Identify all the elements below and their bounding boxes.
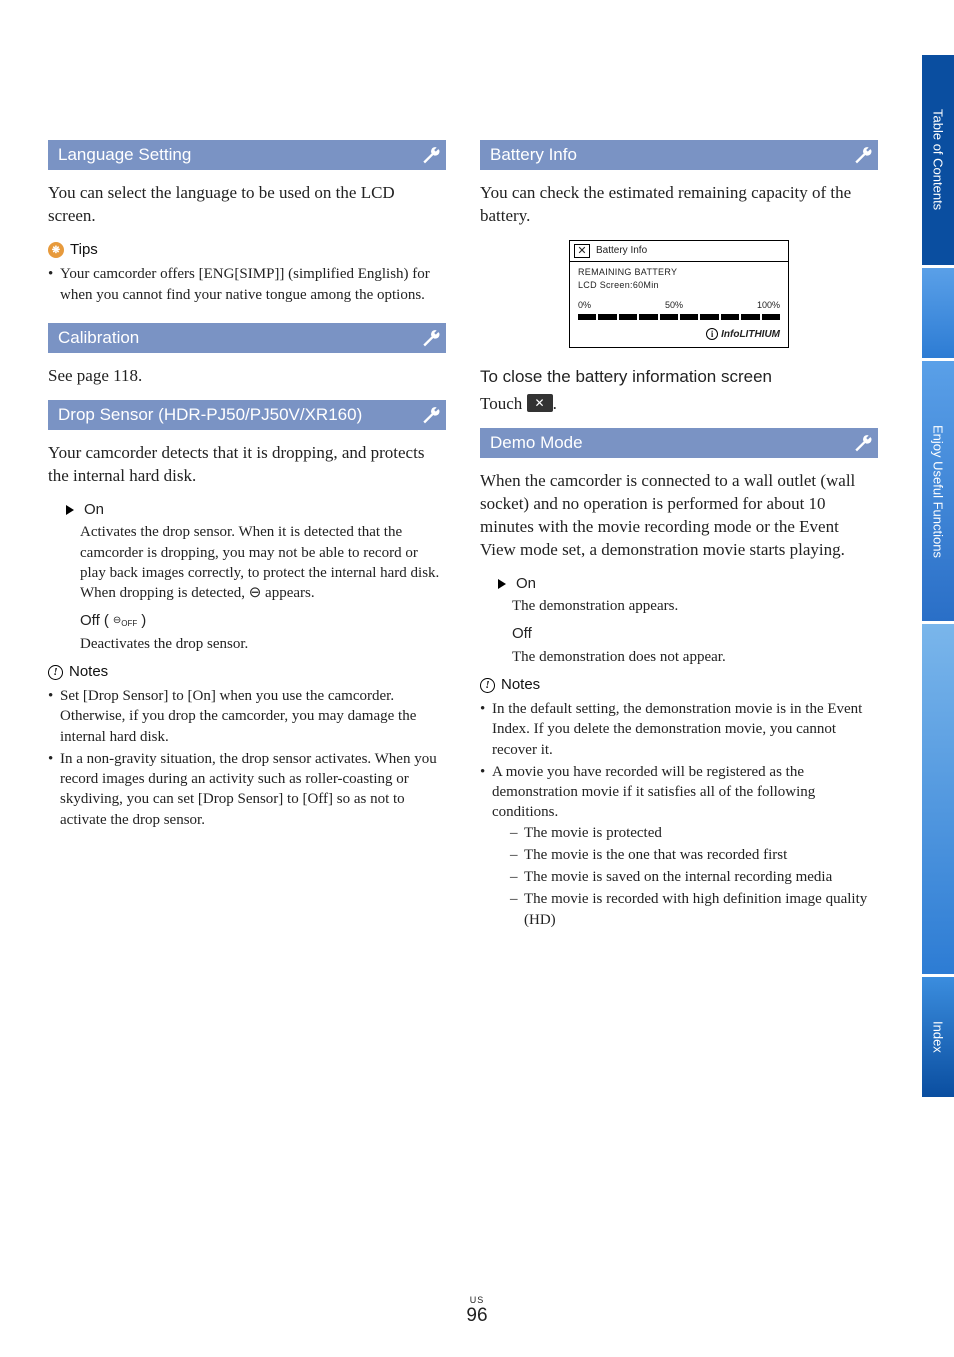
header-text: Drop Sensor (HDR-PJ50/PJ50V/XR160) [58, 405, 362, 424]
notes-heading: ! Notes [48, 662, 446, 682]
notes-item: In a non-gravity situation, the drop sen… [48, 749, 446, 830]
scale-50: 50% [665, 299, 683, 311]
header-battery-info: Battery Info [480, 140, 878, 170]
notes-item: Set [Drop Sensor] to [On] when you use t… [48, 686, 446, 747]
battery-brand: i InfoLITHIUM [578, 328, 780, 342]
left-column: Language Setting You can select the lang… [48, 140, 446, 932]
header-text: Demo Mode [490, 433, 583, 452]
tips-label: Tips [70, 240, 98, 260]
tab-table-of-contents[interactable]: Table of Contents [922, 55, 954, 265]
demo-option-on: On [498, 574, 878, 594]
battery-close-button[interactable]: ✕ [574, 244, 590, 258]
demo-off-label: Off [512, 624, 532, 644]
battery-screen-body: REMAINING BATTERY LCD Screen:60Min 0% 50… [570, 262, 788, 347]
battery-screen-titlebar: ✕ Battery Info [570, 241, 788, 261]
page-footer: US 96 [0, 1295, 954, 1327]
demo-notes-heading: ! Notes [480, 675, 878, 695]
tab-spacer [922, 624, 954, 974]
touch-pre: Touch [480, 394, 527, 413]
lcd-label: LCD Screen:60Min [578, 279, 780, 291]
triangle-icon [66, 505, 74, 515]
info-icon: i [706, 328, 718, 340]
demo-option-off: Off [512, 624, 878, 644]
demo-note-2-text: A movie you have recorded will be regist… [492, 764, 815, 821]
scale-0: 0% [578, 299, 591, 311]
close-battery-heading: To close the battery information screen [480, 366, 878, 389]
wrench-icon [420, 405, 440, 425]
page-content: Language Setting You can select the lang… [48, 140, 878, 932]
header-calibration: Calibration [48, 323, 446, 353]
demo-on-desc: The demonstration appears. [512, 596, 878, 616]
header-demo-mode: Demo Mode [480, 428, 878, 458]
demo-notes-item: In the default setting, the demonstratio… [480, 699, 878, 760]
demo-off-desc: The demonstration does not appear. [512, 647, 878, 667]
scale-100: 100% [757, 299, 780, 311]
footer-region: US [0, 1295, 954, 1305]
condition-item: The movie is recorded with high definiti… [510, 889, 878, 930]
tab-enjoy-useful-functions[interactable]: Enjoy Useful Functions [922, 361, 954, 621]
on-desc: Activates the drop sensor. When it is de… [80, 522, 446, 603]
close-battery-body: Touch ✕. [480, 393, 878, 416]
calibration-body: See page 118. [48, 365, 446, 388]
touch-post: . [553, 394, 557, 413]
battery-scale: 0% 50% 100% [578, 299, 780, 311]
header-drop-sensor: Drop Sensor (HDR-PJ50/PJ50V/XR160) [48, 400, 446, 430]
battery-info-screen: ✕ Battery Info REMAINING BATTERY LCD Scr… [569, 240, 789, 348]
on-label: On [84, 500, 104, 520]
battery-body: You can check the estimated remaining ca… [480, 182, 878, 228]
tab-index[interactable]: Index [922, 977, 954, 1097]
tips-heading: ❋ Tips [48, 240, 446, 260]
header-text: Battery Info [490, 145, 577, 164]
wrench-icon [852, 433, 872, 453]
header-text: Language Setting [58, 145, 191, 164]
wrench-icon [420, 145, 440, 165]
drop-detect-icon: ⊖ [249, 584, 262, 601]
wrench-icon [852, 145, 872, 165]
header-language-setting: Language Setting [48, 140, 446, 170]
drop-off-icon: ⊖OFF [113, 614, 137, 630]
brand-text: InfoLITHIUM [721, 328, 780, 342]
drop-body: Your camcorder detects that it is droppi… [48, 442, 446, 488]
side-nav: Table of Contents Enjoy Useful Functions… [922, 55, 954, 1100]
demo-body: When the camcorder is connected to a wal… [480, 470, 878, 562]
option-off: Off (⊖OFF) [80, 611, 446, 631]
triangle-icon [498, 579, 506, 589]
remaining-label: REMAINING BATTERY [578, 266, 780, 278]
off-desc: Deactivates the drop sensor. [80, 634, 446, 654]
demo-notes-item: A movie you have recorded will be regist… [480, 762, 878, 930]
notes-icon: ! [48, 665, 63, 680]
notes-icon: ! [480, 678, 495, 693]
off-label: Off ( [80, 611, 109, 631]
header-text: Calibration [58, 328, 139, 347]
battery-bar [578, 314, 780, 320]
tab-spacer [922, 268, 954, 358]
close-icon-chip[interactable]: ✕ [527, 394, 553, 412]
notes-label: Notes [69, 662, 108, 682]
conditions-list: The movie is protected The movie is the … [510, 823, 878, 930]
on-desc-tail: appears. [261, 585, 314, 601]
off-suffix: ) [141, 611, 146, 631]
option-on: On [66, 500, 446, 520]
tips-list: Your camcorder offers [ENG[SIMP]] (simpl… [48, 264, 446, 305]
notes-list: Set [Drop Sensor] to [On] when you use t… [48, 686, 446, 830]
tips-icon: ❋ [48, 242, 64, 258]
condition-item: The movie is the one that was recorded f… [510, 845, 878, 865]
wrench-icon [420, 328, 440, 348]
language-body: You can select the language to be used o… [48, 182, 446, 228]
condition-item: The movie is saved on the internal recor… [510, 867, 878, 887]
tips-item: Your camcorder offers [ENG[SIMP]] (simpl… [48, 264, 446, 305]
demo-on-label: On [516, 574, 536, 594]
demo-notes-list: In the default setting, the demonstratio… [480, 699, 878, 930]
demo-notes-label: Notes [501, 675, 540, 695]
right-column: Battery Info You can check the estimated… [480, 140, 878, 932]
battery-screen-title: Battery Info [596, 244, 647, 258]
footer-page: 96 [0, 1305, 954, 1327]
condition-item: The movie is protected [510, 823, 878, 843]
